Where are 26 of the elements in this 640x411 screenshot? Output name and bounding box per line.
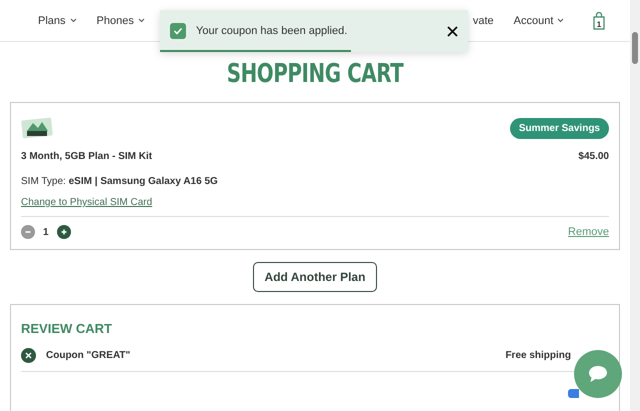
coupon-label: Coupon "GREAT"	[46, 350, 130, 361]
close-icon[interactable]	[447, 26, 458, 36]
chat-bubble-icon	[588, 365, 608, 383]
page-title: SHOPPING CART	[226, 58, 405, 91]
review-heading: REVIEW CART	[21, 321, 113, 336]
nav-link[interactable]: Phones	[96, 14, 145, 26]
plan-name: 3 Month, 5GB Plan - SIM Kit	[21, 151, 152, 162]
plan-price: $45.00	[578, 151, 609, 162]
scrollbar[interactable]	[630, 0, 640, 411]
chat-button[interactable]	[574, 350, 622, 398]
plus-button[interactable]	[56, 225, 71, 239]
toast-message: Your coupon has been applied.	[196, 25, 348, 37]
nav-link[interactable]: Plans	[38, 14, 77, 26]
sim-type-text: SIM Type: eSIM | Samsung Galaxy A16 5G	[21, 176, 218, 187]
partial-button[interactable]	[568, 389, 579, 398]
plus-icon	[60, 228, 68, 236]
nav-link[interactable]: vate	[472, 14, 494, 26]
add-plan-button[interactable]: Add Another Plan	[252, 262, 378, 292]
sim-card-icon	[21, 117, 53, 139]
change-sim-link[interactable]: Change to Physical SIM Card	[21, 197, 152, 208]
quantity: 1	[43, 226, 49, 238]
nav-link[interactable]: Account	[514, 14, 564, 26]
shipping-label: Free shipping	[505, 350, 571, 361]
remove-coupon-icon[interactable]	[21, 348, 36, 363]
promo-badge: Summer Savings	[510, 118, 609, 138]
check-icon	[170, 23, 186, 39]
